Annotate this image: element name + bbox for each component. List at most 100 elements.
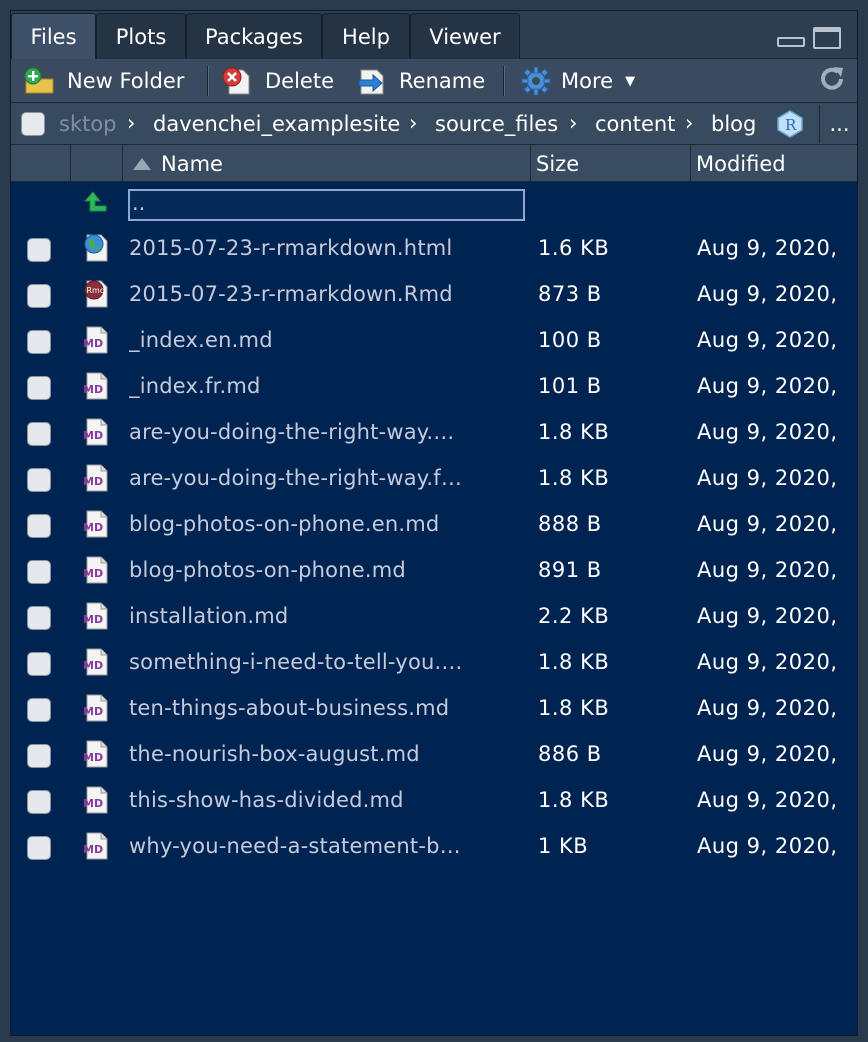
- toolbar-divider: [503, 66, 505, 96]
- file-checkbox[interactable]: [27, 238, 51, 262]
- file-name-link[interactable]: are-you-doing-the-right-way.f…: [129, 466, 524, 490]
- file-checkbox[interactable]: [27, 422, 51, 446]
- file-row[interactable]: MD something-i-need-to-tell-you.… 1.8 KB Au…: [11, 642, 857, 688]
- file-name-link[interactable]: ten-things-about-business.md: [129, 696, 524, 720]
- md-file-icon: MD: [83, 509, 111, 539]
- breadcrumb-item[interactable]: content: [595, 112, 675, 136]
- svg-text:MD: MD: [83, 337, 103, 350]
- file-checkbox[interactable]: [27, 560, 51, 584]
- chevron-right-icon: ›: [409, 111, 418, 135]
- select-all-checkbox[interactable]: [21, 112, 45, 136]
- tab-help[interactable]: Help: [322, 13, 410, 59]
- file-row[interactable]: MD installation.md 2.2 KB Aug 9, 2020,: [11, 596, 857, 642]
- file-checkbox[interactable]: [27, 284, 51, 308]
- parent-directory-row[interactable]: ..: [11, 182, 857, 228]
- breadcrumb-item[interactable]: source_files: [435, 112, 558, 136]
- md-file-icon: MD: [83, 555, 111, 585]
- file-name-link[interactable]: 2015-07-23-r-rmarkdown.Rmd: [129, 282, 524, 306]
- file-modified: Aug 9, 2020,: [697, 512, 838, 536]
- file-name-link[interactable]: are-you-doing-the-right-way.…: [129, 420, 524, 444]
- file-checkbox[interactable]: [27, 698, 51, 722]
- file-name-link[interactable]: why-you-need-a-statement-b…: [129, 834, 524, 858]
- file-row[interactable]: MD the-nourish-box-august.md 886 B Aug 9, 2…: [11, 734, 857, 780]
- svg-text:Rmd: Rmd: [87, 286, 105, 295]
- file-modified: Aug 9, 2020,: [697, 328, 838, 352]
- new-folder-button[interactable]: New Folder: [23, 59, 184, 103]
- file-modified: Aug 9, 2020,: [697, 834, 838, 858]
- md-file-icon: MD: [83, 693, 111, 723]
- file-row[interactable]: MD blog-photos-on-phone.en.md 888 B Aug 9, …: [11, 504, 857, 550]
- delete-button[interactable]: Delete: [221, 59, 334, 103]
- modified-column-label: Modified: [696, 151, 786, 176]
- breadcrumb-more-button[interactable]: ...: [819, 105, 857, 143]
- tab-label: Files: [30, 24, 77, 49]
- r-project-icon[interactable]: R: [775, 110, 805, 138]
- file-checkbox[interactable]: [27, 514, 51, 538]
- file-name-link[interactable]: _index.en.md: [129, 328, 524, 352]
- parent-directory-link[interactable]: ..: [128, 189, 525, 221]
- maximize-pane-button[interactable]: [813, 27, 841, 49]
- file-checkbox[interactable]: [27, 744, 51, 768]
- file-checkbox[interactable]: [27, 330, 51, 354]
- svg-text:MD: MD: [83, 429, 103, 442]
- chevron-right-icon: ›: [127, 111, 136, 135]
- breadcrumb-item[interactable]: blog: [711, 112, 756, 136]
- tab-packages[interactable]: Packages: [186, 13, 322, 59]
- file-modified: Aug 9, 2020,: [697, 696, 838, 720]
- modified-column-header[interactable]: Modified: [691, 145, 857, 182]
- file-name-link[interactable]: _index.fr.md: [129, 374, 524, 398]
- file-row[interactable]: MD are-you-doing-the-right-way.f… 1.8 KB Au…: [11, 458, 857, 504]
- tab-files[interactable]: Files: [11, 13, 96, 59]
- svg-text:MD: MD: [83, 383, 103, 396]
- file-row[interactable]: MD blog-photos-on-phone.md 891 B Aug 9, 202…: [11, 550, 857, 596]
- file-row[interactable]: MD are-you-doing-the-right-way.… 1.8 KB Aug…: [11, 412, 857, 458]
- file-checkbox[interactable]: [27, 468, 51, 492]
- file-modified: Aug 9, 2020,: [697, 558, 838, 582]
- tab-plots[interactable]: Plots: [96, 13, 186, 59]
- file-checkbox[interactable]: [27, 606, 51, 630]
- refresh-button[interactable]: [817, 59, 847, 103]
- svg-text:MD: MD: [83, 475, 103, 488]
- rename-button[interactable]: Rename: [357, 59, 485, 103]
- file-modified: Aug 9, 2020,: [697, 420, 838, 444]
- file-row[interactable]: Rmd 2015-07-23-r-rmarkdown.Rmd 873 B Aug 9,…: [11, 274, 857, 320]
- file-row[interactable]: MD this-show-has-divided.md 1.8 KB Aug 9, 2…: [11, 780, 857, 826]
- file-row[interactable]: MD _index.fr.md 101 B Aug 9, 2020,: [11, 366, 857, 412]
- file-name-link[interactable]: the-nourish-box-august.md: [129, 742, 524, 766]
- svg-text:R: R: [785, 116, 797, 134]
- md-file-icon: MD: [83, 325, 111, 355]
- size-column-header[interactable]: Size: [531, 145, 691, 182]
- gear-icon: [521, 66, 551, 96]
- name-column-header[interactable]: Name: [123, 145, 531, 182]
- more-dots-label: ...: [829, 112, 850, 136]
- file-name-link[interactable]: this-show-has-divided.md: [129, 788, 524, 812]
- rename-icon: [357, 66, 389, 96]
- file-row[interactable]: MD ten-things-about-business.md 1.8 KB Aug …: [11, 688, 857, 734]
- svg-text:MD: MD: [83, 567, 103, 580]
- icon-column-header: [71, 145, 123, 182]
- file-name-link[interactable]: something-i-need-to-tell-you.…: [129, 650, 524, 674]
- file-checkbox[interactable]: [27, 652, 51, 676]
- breadcrumb-item[interactable]: sktop: [59, 112, 117, 136]
- file-name-link[interactable]: blog-photos-on-phone.en.md: [129, 512, 524, 536]
- file-checkbox[interactable]: [27, 790, 51, 814]
- column-header: Name Size Modified: [11, 145, 857, 182]
- file-row[interactable]: 2015-07-23-r-rmarkdown.html 1.6 KB Aug 9, …: [11, 228, 857, 274]
- file-name-link[interactable]: blog-photos-on-phone.md: [129, 558, 524, 582]
- md-file-icon: MD: [83, 831, 111, 861]
- file-row[interactable]: MD _index.en.md 100 B Aug 9, 2020,: [11, 320, 857, 366]
- more-menu-button[interactable]: More ▼: [521, 59, 635, 103]
- file-size: 100 B: [538, 328, 602, 352]
- delete-icon: [221, 66, 255, 96]
- breadcrumb-item[interactable]: davenchei_examplesite: [153, 112, 400, 136]
- file-name-link[interactable]: installation.md: [129, 604, 524, 628]
- tab-viewer[interactable]: Viewer: [410, 13, 520, 59]
- md-file-icon: MD: [83, 417, 111, 447]
- file-row[interactable]: MD why-you-need-a-statement-b… 1 KB Aug 9, …: [11, 826, 857, 872]
- file-checkbox[interactable]: [27, 836, 51, 860]
- file-name-link[interactable]: 2015-07-23-r-rmarkdown.html: [129, 236, 524, 260]
- file-checkbox[interactable]: [27, 376, 51, 400]
- minimize-pane-button[interactable]: [777, 37, 805, 47]
- tab-label: Plots: [115, 24, 167, 49]
- file-modified: Aug 9, 2020,: [697, 650, 838, 674]
